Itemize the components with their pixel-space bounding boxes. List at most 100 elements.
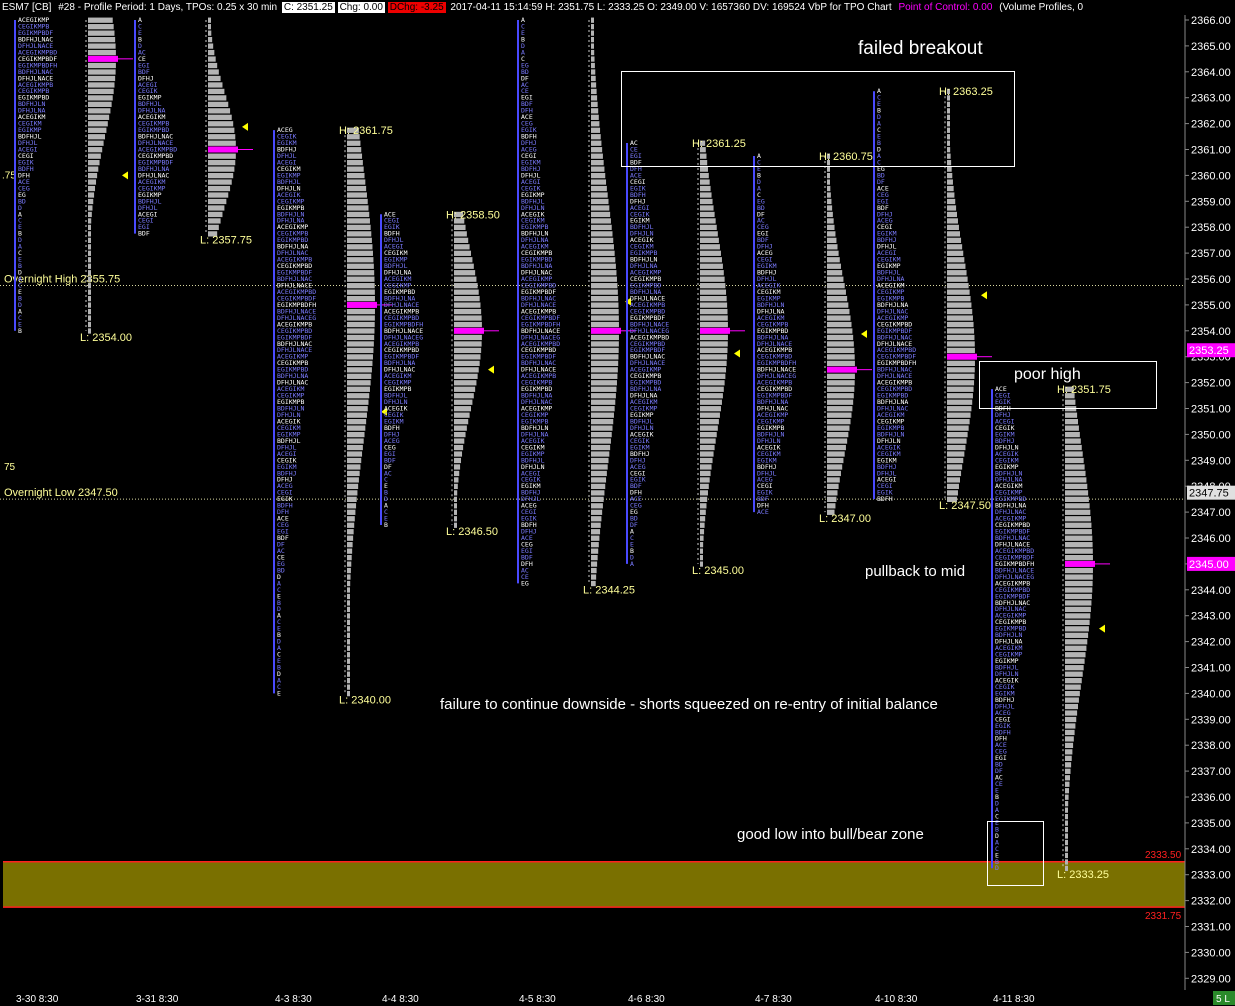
volume-bar [347, 341, 374, 347]
volume-bar [827, 179, 830, 185]
volume-bar [1065, 723, 1076, 729]
volume-bar [827, 321, 852, 328]
volume-bar [1065, 749, 1073, 755]
profile-3-30: ACEGIKMPCEGIKMPBEGIKMPBDFBDFHJLNACDFHJLN… [14, 16, 133, 335]
volume-bar [454, 270, 476, 276]
volume-bar [591, 166, 605, 172]
price-tag-1: 2347.75 [1189, 488, 1229, 500]
volume-bar [947, 386, 974, 392]
axis-tick-label: 2343.00 [1191, 611, 1231, 623]
volume-bar [347, 665, 350, 671]
volume-bar [700, 334, 728, 341]
volume-bar [208, 88, 225, 95]
volume-bar [947, 172, 953, 179]
poc-marker [591, 327, 621, 334]
volume-bar [454, 231, 467, 237]
volume-bar [947, 237, 962, 243]
axis-tick-label: 2349.00 [1191, 455, 1231, 467]
volume-bar [1065, 483, 1088, 490]
mid-marker [242, 122, 248, 131]
volume-bar [591, 406, 615, 412]
volume-bar [827, 244, 838, 250]
volume-bar [1065, 690, 1080, 697]
volume-bar [347, 315, 375, 321]
volume-bar [700, 412, 720, 418]
volume-bar [827, 464, 843, 470]
volume-bar [827, 205, 833, 211]
volume-bar [1065, 846, 1068, 852]
volume-bar [1065, 619, 1090, 626]
volume-bar [700, 425, 718, 431]
volume-bar [208, 101, 229, 108]
volume-bar [454, 399, 473, 405]
volume-bar [591, 554, 598, 561]
volume-bar [1065, 470, 1086, 477]
volume-bar [88, 231, 91, 237]
volume-bar [347, 451, 363, 457]
volume-bar [947, 192, 955, 198]
pullback-annotation: pullback to mid [865, 563, 966, 580]
volume-bar [700, 406, 721, 412]
axis-tick-label: 2356.00 [1191, 274, 1231, 286]
volume-bar [947, 263, 966, 269]
volume-bar [591, 373, 618, 379]
volume-bar [1065, 775, 1070, 781]
volume-bar [947, 483, 959, 490]
volume-bar [591, 56, 595, 62]
volume-bar [827, 334, 854, 341]
failed-breakout-box [621, 71, 1015, 167]
volume-bar [700, 295, 727, 302]
poc-label: Point of Control: 0.00 [898, 2, 993, 13]
volume-bar [947, 412, 971, 418]
volume-bar [347, 444, 363, 451]
volume-bar [700, 218, 716, 224]
volume-bar [454, 503, 457, 509]
volume-bar [947, 283, 969, 289]
volume-bar [208, 179, 232, 185]
price-axis[interactable]: 2366.00 2365.00 2364.00 2363.00 2362.00 2361.… [1184, 15, 1235, 990]
volume-bar [591, 101, 598, 108]
axis-tick-label: 2332.00 [1191, 896, 1231, 908]
volume-bar [700, 554, 703, 561]
volume-bar [88, 315, 91, 321]
time-label: 4-6 8:30 [628, 994, 665, 1005]
volume-bar [347, 237, 372, 243]
volume-bar [827, 412, 852, 418]
volume-bar [591, 522, 601, 528]
volume-bar [700, 270, 724, 276]
volume-bar [88, 283, 91, 289]
volume-bar [88, 140, 104, 146]
volume-bar [208, 56, 216, 62]
volume-bar [591, 185, 607, 192]
volume-bar [454, 302, 481, 308]
volume-bar [347, 419, 367, 425]
volume-bar [1065, 522, 1092, 528]
axis-tick-label: 2338.00 [1191, 740, 1231, 752]
volume-bar [591, 257, 616, 263]
volume-bar [1065, 665, 1084, 671]
volume-bar [1065, 542, 1093, 548]
volume-bar [208, 69, 219, 75]
volume-bar [591, 412, 614, 418]
volume-bar [88, 69, 116, 75]
volume-bar [947, 360, 975, 367]
volume-bar [947, 295, 971, 302]
volume-bar [347, 354, 373, 360]
volume-bar [454, 431, 466, 438]
volume-bar [88, 75, 116, 82]
volume-bar [1065, 703, 1079, 710]
volume-bar [947, 431, 968, 438]
time-label: 4-10 8:30 [875, 994, 918, 1005]
volume-bar [827, 477, 840, 483]
volume-bar [347, 470, 360, 477]
volume-bar [947, 444, 966, 451]
volume-bar [1065, 516, 1091, 522]
volume-bar [591, 88, 597, 95]
volume-bar [347, 425, 366, 431]
volume-bar [88, 108, 111, 114]
volume-bar [591, 419, 614, 425]
volume-bar [347, 438, 364, 444]
volume-bar [591, 134, 601, 140]
volume-bar [1065, 425, 1079, 431]
tpo-row: A [630, 560, 634, 568]
